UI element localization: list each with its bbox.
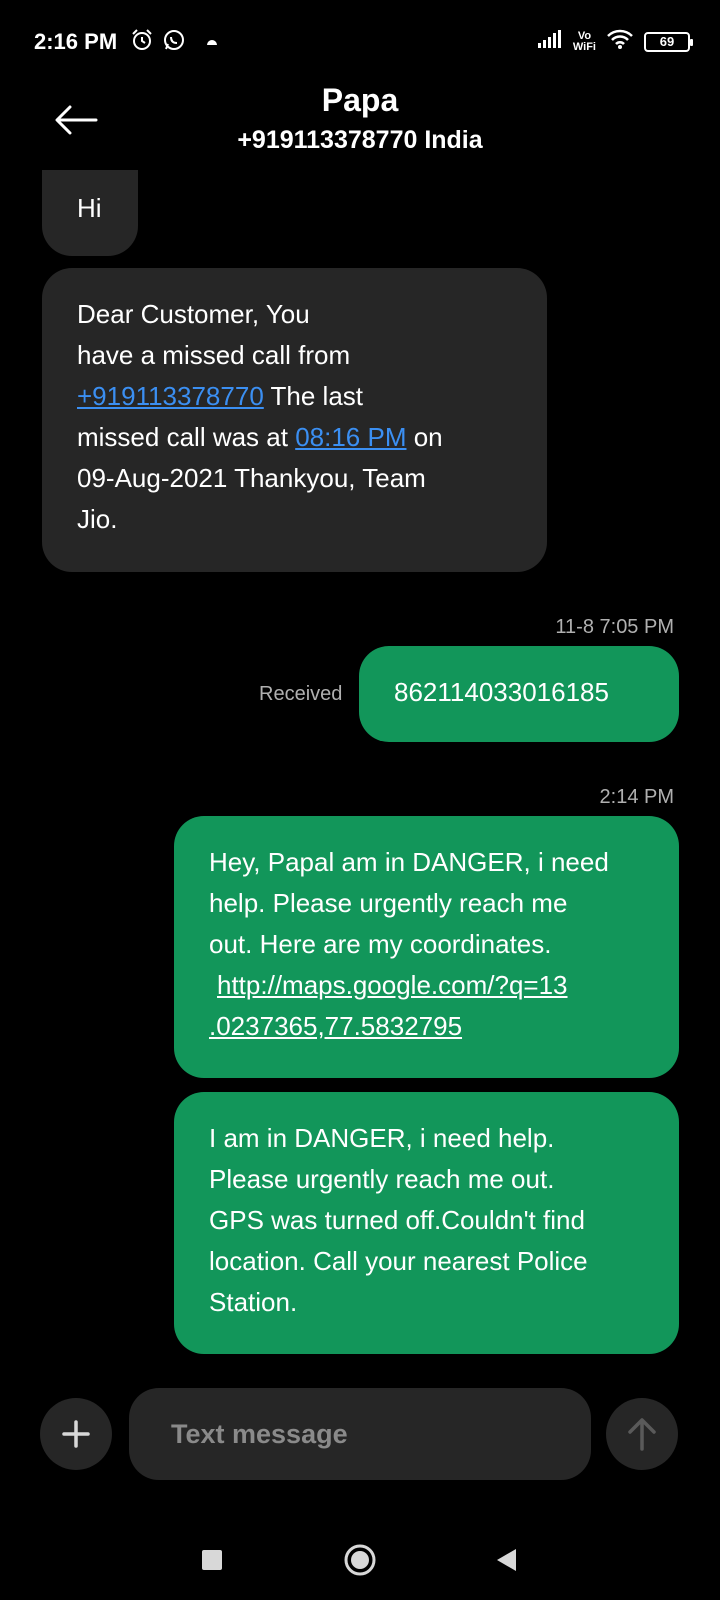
message-line: Jio. [77,504,118,534]
message-line: Station. [209,1287,298,1317]
status-time: 2:16 PM [34,29,118,54]
contact-number: +919113378770 India [237,126,483,154]
circle-icon [344,1544,376,1576]
battery-icon: 69 [644,31,693,52]
message-line: have a missed call from [77,340,351,370]
home-button[interactable] [334,1534,386,1586]
text-message-input[interactable]: Text message [129,1388,591,1480]
vowifi-icon: Vo WiFi [572,30,596,53]
message-line: +919113378770 The last [77,376,547,417]
status-left-icons [130,28,218,57]
navigation-bar [0,1520,720,1600]
phone-number-link[interactable]: +919113378770 [77,381,264,411]
message-line: Dear Customer, You [77,299,310,329]
recent-apps-button[interactable] [186,1534,238,1586]
time-link[interactable]: 08:16 PM [295,422,406,452]
message-line: GPS was turned off.Couldn't find [209,1205,585,1235]
triangle-back-icon [497,1549,516,1571]
notification-dot-icon [206,34,218,52]
alarm-icon [130,28,154,57]
battery-level: 69 [659,34,675,49]
message-line: 09-Aug-2021 Thankyou, Team [77,463,426,493]
send-button[interactable] [606,1398,678,1470]
message-line: location. Call your nearest Police [209,1246,588,1276]
wifi-icon [606,28,634,55]
arrow-up-icon [628,1418,656,1451]
outgoing-message-bubble[interactable]: 862114033016185 [359,646,679,742]
message-line: help. Please urgently reach me [209,888,568,918]
compose-placeholder: Text message [171,1418,348,1449]
incoming-message-bubble[interactable]: Hi [42,170,138,256]
status-right-icons: Vo WiFi 69 [537,28,693,55]
message-text: missed call was at [77,422,296,452]
contact-name: Papa [321,82,399,118]
message-timestamp: 11-8 7:05 PM [555,616,674,638]
whatsapp-icon [162,28,186,57]
message-line: I am in DANGER, i need help. [209,1123,555,1153]
message-text: on [406,422,443,452]
square-icon [202,1550,222,1570]
message-line: .0237365,77.5832795 [209,1006,679,1047]
signal-icon [537,29,563,54]
delivery-status: Received [259,683,343,705]
conversation-header: Papa +919113378770 India [0,80,720,160]
status-bar: 2:16 PM Vo WiFi 69 [0,0,720,88]
maps-link[interactable]: .0237365,77.5832795 [209,1011,462,1041]
message-line: Please urgently reach me out. [209,1164,555,1194]
outgoing-message-bubble[interactable]: I am in DANGER, i need help. Please urge… [174,1092,679,1354]
outgoing-message-bubble[interactable]: Hey, Papal am in DANGER, i need help. Pl… [174,816,679,1078]
add-attachment-button[interactable] [40,1398,112,1470]
message-text: The last [263,381,364,411]
plus-icon [62,1420,90,1448]
message-line: out. Here are my coordinates. [209,929,552,959]
message-text: Hi [77,193,102,223]
message-line: Hey, Papal am in DANGER, i need [209,847,609,877]
back-nav-button[interactable] [480,1534,532,1586]
vowifi-label-bottom: WiFi [572,40,596,53]
message-line: http://maps.google.com/?q=13 [209,965,679,1006]
incoming-message-bubble[interactable]: Dear Customer, You have a missed call fr… [42,268,547,572]
message-line: missed call was at 08:16 PM on [77,417,547,458]
message-timestamp: 2:14 PM [599,786,674,808]
message-text: 862114033016185 [394,677,609,707]
maps-link[interactable]: http://maps.google.com/?q=13 [217,970,568,1000]
